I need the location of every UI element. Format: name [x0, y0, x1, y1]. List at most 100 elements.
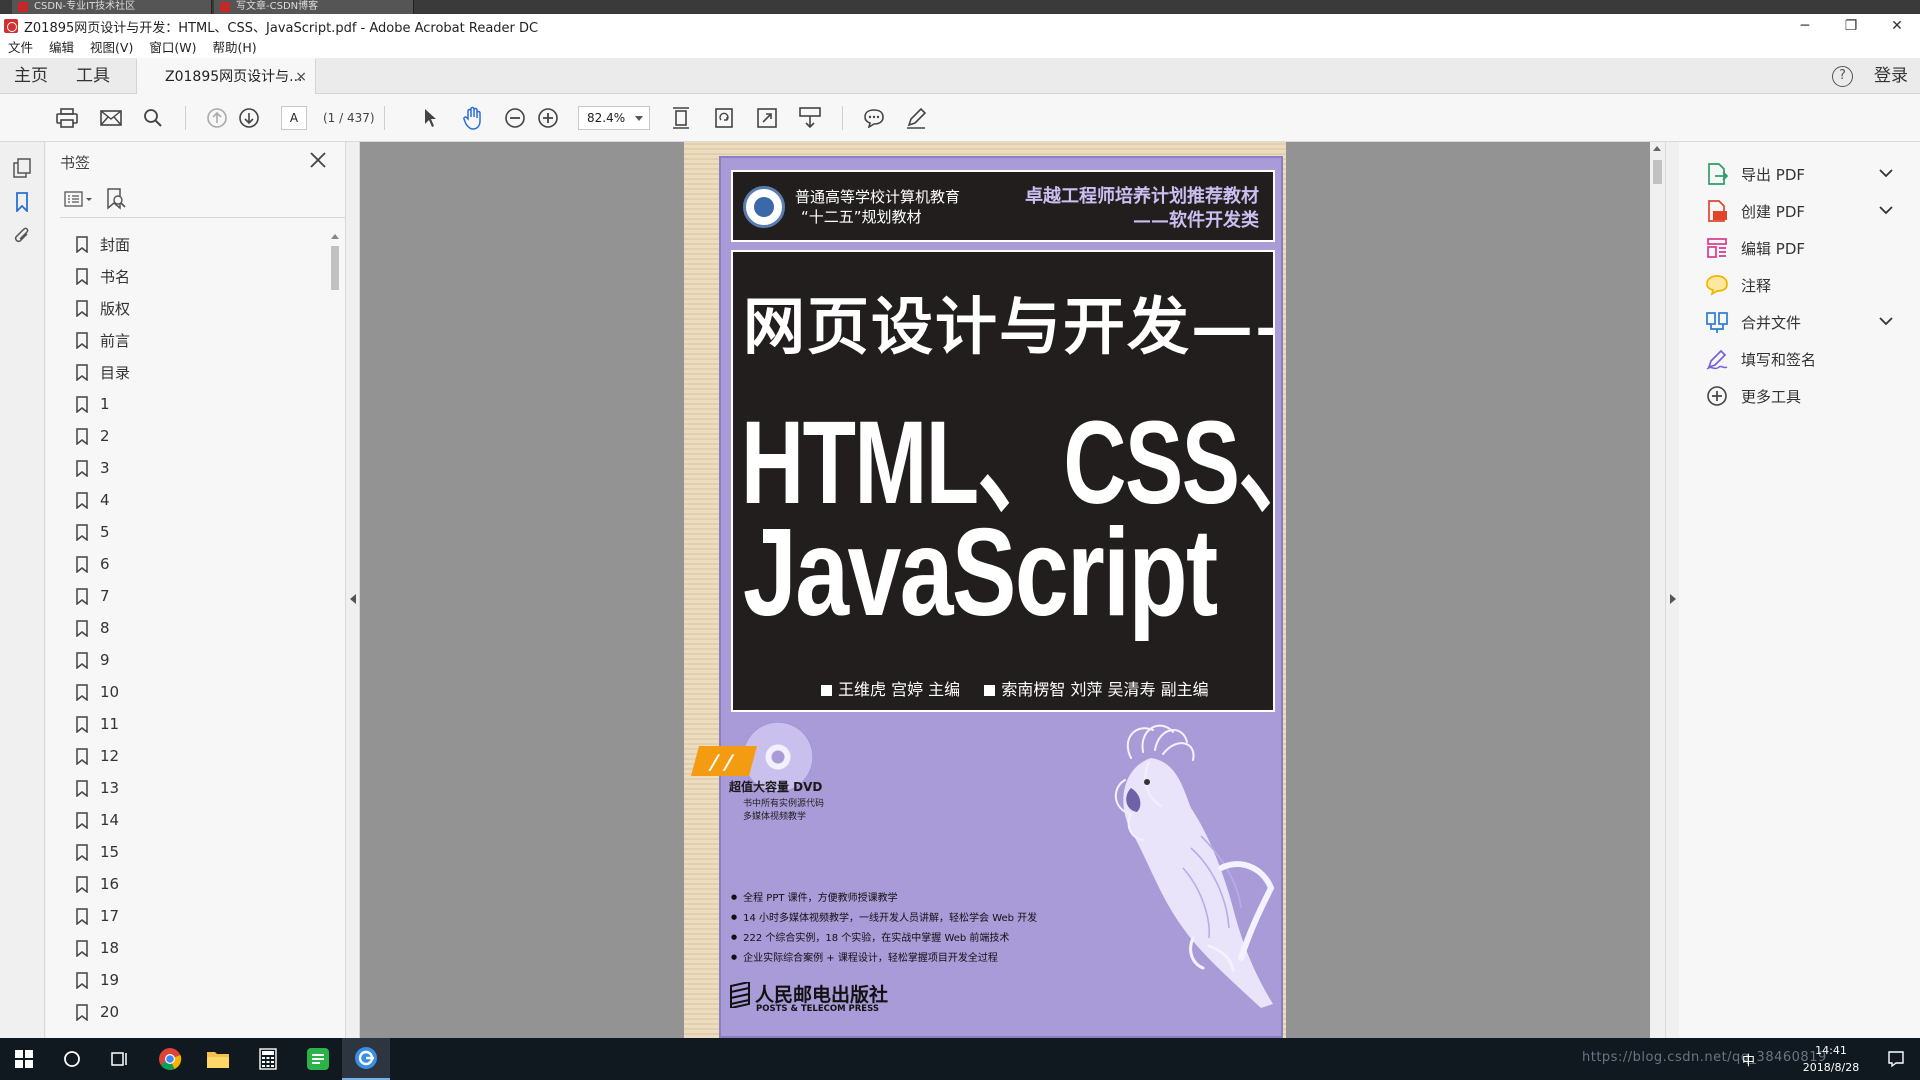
- system-clock[interactable]: 14:41 2018/8/28: [1796, 1042, 1866, 1076]
- zoom-select[interactable]: 82.4%: [578, 106, 650, 130]
- chevron-down-icon[interactable]: [1879, 316, 1893, 326]
- bookmark-item[interactable]: 19: [46, 964, 328, 996]
- window-titlebar[interactable]: Z01895网页设计与开发：HTML、CSS、JavaScript.pdf - …: [0, 14, 1920, 38]
- bookmark-item[interactable]: 13: [46, 772, 328, 804]
- bookmark-item[interactable]: 11: [46, 708, 328, 740]
- browser-tab[interactable]: CSDN-专业IT技术社区: [12, 0, 212, 14]
- bookmark-item[interactable]: 前言: [46, 324, 328, 356]
- email-button[interactable]: [98, 106, 124, 130]
- page-thumbnails-button[interactable]: [10, 156, 34, 180]
- bookmark-item[interactable]: 16: [46, 868, 328, 900]
- attachments-button[interactable]: [10, 224, 34, 248]
- bookmark-options-button[interactable]: [64, 190, 94, 212]
- bookmark-item[interactable]: 9: [46, 644, 328, 676]
- bookmark-scrollbar[interactable]: [328, 234, 342, 1038]
- print-button[interactable]: [54, 106, 80, 130]
- close-tab-button[interactable]: ×: [295, 60, 307, 94]
- browser-tab[interactable]: 写文章-CSDN博客: [214, 0, 414, 14]
- bookmark-item[interactable]: 6: [46, 548, 328, 580]
- tab-home[interactable]: 主页: [14, 58, 48, 94]
- zoom-in-button[interactable]: [535, 106, 561, 130]
- bookmark-item[interactable]: 目录: [46, 356, 328, 388]
- bookmark-item[interactable]: 10: [46, 676, 328, 708]
- tool-export-pdf[interactable]: 导出 PDF: [1705, 156, 1905, 192]
- tool-combine-files[interactable]: 合并文件: [1705, 304, 1905, 340]
- bookmark-item[interactable]: 15: [46, 836, 328, 868]
- search-button[interactable]: [140, 106, 166, 130]
- new-bookmark-button[interactable]: [105, 188, 127, 214]
- scroll-thumb[interactable]: [331, 246, 339, 290]
- bookmark-item[interactable]: 8: [46, 612, 328, 644]
- calculator-taskbar-button[interactable]: [244, 1038, 292, 1080]
- rotate-view-button[interactable]: [711, 106, 737, 130]
- zoom-out-button[interactable]: [502, 106, 528, 130]
- document-view[interactable]: 普通高等学校计算机教育 “十二五”规划教材 卓越工程师培养计划推荐教材 ——软件…: [360, 142, 1650, 1038]
- tool-create-pdf[interactable]: 创建 PDF: [1705, 193, 1905, 229]
- bookmarks-panel-button[interactable]: [10, 190, 34, 214]
- start-button[interactable]: [0, 1038, 48, 1080]
- bookmark-item[interactable]: 18: [46, 932, 328, 964]
- fit-page-button[interactable]: [668, 106, 694, 130]
- explorer-taskbar-button[interactable]: [194, 1038, 242, 1080]
- bookmark-item[interactable]: 封面: [46, 228, 328, 260]
- menu-file[interactable]: 文件: [0, 38, 41, 58]
- app-taskbar-button[interactable]: [294, 1038, 342, 1080]
- page-number-input[interactable]: A: [281, 106, 307, 130]
- bookmark-item[interactable]: 17: [46, 900, 328, 932]
- bookmark-item[interactable]: 5: [46, 516, 328, 548]
- task-view-button[interactable]: [96, 1038, 144, 1080]
- tab-tools[interactable]: 工具: [76, 58, 110, 94]
- bookmark-item[interactable]: 2: [46, 420, 328, 452]
- maximize-button[interactable]: ❐: [1828, 14, 1874, 38]
- bookmark-item[interactable]: 4: [46, 484, 328, 516]
- hand-tool-button[interactable]: [460, 106, 486, 130]
- bookmark-item[interactable]: 20: [46, 996, 328, 1028]
- bookmark-item[interactable]: 14: [46, 804, 328, 836]
- add-comment-button[interactable]: [861, 106, 887, 130]
- login-button[interactable]: 登录: [1874, 58, 1908, 94]
- bookmark-item[interactable]: 1: [46, 388, 328, 420]
- bookmark-item[interactable]: 3: [46, 452, 328, 484]
- tab-document[interactable]: Z01895网页设计与... ×: [136, 58, 316, 95]
- menu-window[interactable]: 窗口(W): [141, 38, 204, 58]
- full-screen-button[interactable]: [754, 106, 780, 130]
- menu-help[interactable]: 帮助(H): [204, 38, 264, 58]
- browser-tab-strip: CSDN-专业IT技术社区 写文章-CSDN博客: [0, 0, 1920, 14]
- bookmark-item[interactable]: 版权: [46, 292, 328, 324]
- chevron-down-icon[interactable]: [1879, 205, 1893, 215]
- bookmark-item[interactable]: 12: [46, 740, 328, 772]
- cover-title-box: 网页设计与开发—— HTML、CSS、 JavaScript 王维虎 宫婷 主编…: [731, 250, 1275, 712]
- close-panel-button[interactable]: [308, 150, 328, 170]
- document-scrollbar[interactable]: [1650, 142, 1665, 1038]
- highlight-button[interactable]: [903, 106, 929, 130]
- collapse-right-panel-handle[interactable]: [1665, 142, 1679, 1038]
- menu-view[interactable]: 视图(V): [82, 38, 141, 58]
- document-tab-label: Z01895网页设计与...: [165, 69, 303, 85]
- scroll-thumb[interactable]: [1653, 160, 1662, 184]
- menu-edit[interactable]: 编辑: [41, 38, 82, 58]
- chrome-taskbar-button[interactable]: [146, 1038, 194, 1080]
- bookmark-item[interactable]: 7: [46, 580, 328, 612]
- cortana-button[interactable]: [48, 1038, 96, 1080]
- select-tool-button[interactable]: [417, 106, 443, 130]
- ime-indicator[interactable]: 中: [1742, 1050, 1755, 1069]
- scroll-up-arrow-icon[interactable]: [1653, 146, 1661, 151]
- close-window-button[interactable]: ✕: [1874, 14, 1920, 38]
- scroll-up-arrow-icon[interactable]: [331, 234, 339, 239]
- chevron-down-icon[interactable]: [1879, 168, 1893, 178]
- collapse-left-panel-handle[interactable]: [346, 142, 360, 1038]
- action-center-button[interactable]: [1872, 1038, 1920, 1080]
- next-page-button[interactable]: [236, 106, 262, 130]
- scroll-mode-button[interactable]: [797, 106, 823, 130]
- tool-more-tools[interactable]: 更多工具: [1705, 378, 1905, 414]
- active-app-taskbar-button[interactable]: [342, 1038, 390, 1080]
- tool-edit-pdf[interactable]: 编辑 PDF: [1705, 230, 1905, 266]
- minimize-button[interactable]: ─: [1782, 14, 1828, 38]
- bookmark-item[interactable]: 书名: [46, 260, 328, 292]
- previous-page-button[interactable]: [204, 106, 230, 130]
- tool-comment[interactable]: 注释: [1705, 267, 1905, 303]
- tool-label: 导出 PDF: [1741, 165, 1805, 184]
- tool-fill-sign[interactable]: 填写和签名: [1705, 341, 1905, 377]
- help-button[interactable]: ?: [1832, 66, 1853, 87]
- book-cover: 普通高等学校计算机教育 “十二五”规划教材 卓越工程师培养计划推荐教材 ——软件…: [690, 156, 1283, 1038]
